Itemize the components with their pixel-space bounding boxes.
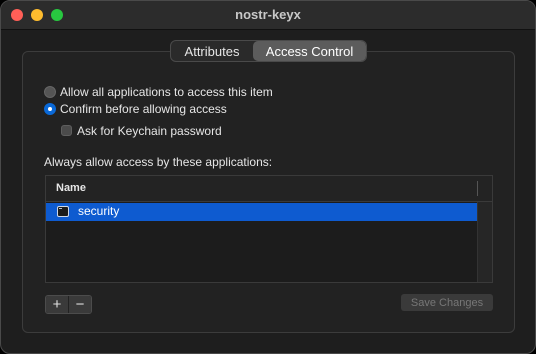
column-divider: [477, 181, 478, 196]
table-row[interactable]: security: [46, 203, 477, 221]
add-app-button[interactable]: +: [46, 296, 68, 313]
vertical-scrollbar[interactable]: [477, 202, 492, 282]
save-changes-button[interactable]: Save Changes: [401, 294, 493, 311]
ask-keychain-password-label[interactable]: Ask for Keychain password: [77, 124, 222, 138]
app-name: security: [78, 204, 120, 218]
ask-keychain-password-checkbox[interactable]: [61, 125, 72, 136]
allow-all-radio[interactable]: [44, 86, 56, 98]
always-allow-heading: Always allow access by these application…: [44, 155, 273, 169]
confirm-before-access-radio[interactable]: [44, 103, 56, 115]
keychain-item-window: nostr-keyx Attributes Access Control All…: [0, 0, 536, 354]
table-header: Name: [46, 176, 492, 202]
column-header-name[interactable]: Name: [56, 182, 86, 194]
confirm-before-access-label[interactable]: Confirm before allowing access: [60, 102, 227, 116]
tab-attributes[interactable]: Attributes: [171, 41, 253, 61]
tab-bar: Attributes Access Control: [170, 40, 367, 62]
remove-app-button[interactable]: −: [68, 296, 91, 313]
add-remove-control: + −: [45, 295, 92, 314]
tab-access-control[interactable]: Access Control: [253, 41, 366, 61]
window-title: nostr-keyx: [235, 7, 301, 22]
allow-all-label[interactable]: Allow all applications to access this it…: [60, 85, 273, 99]
title-bar[interactable]: nostr-keyx: [1, 1, 535, 30]
allowed-apps-table[interactable]: Name security: [45, 175, 493, 283]
terminal-app-icon: [57, 206, 69, 217]
